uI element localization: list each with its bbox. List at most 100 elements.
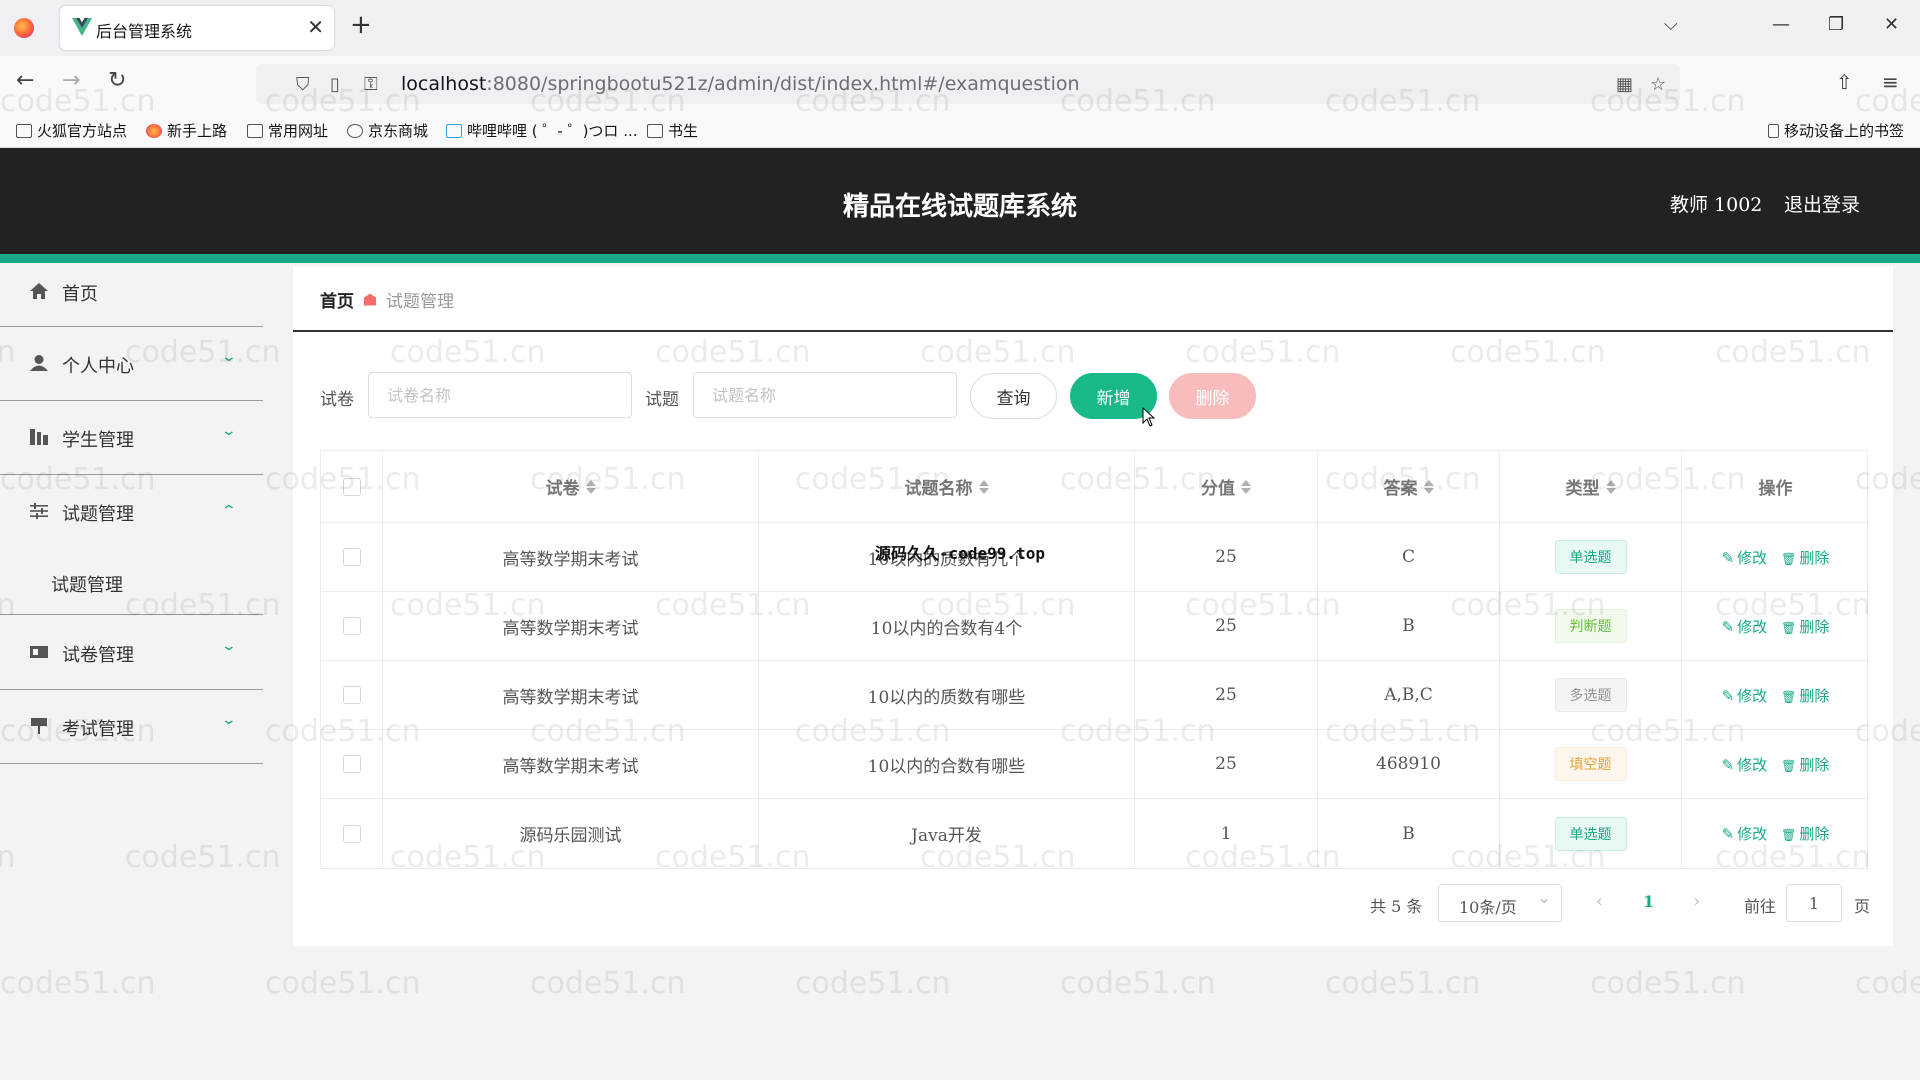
new-tab-icon[interactable]: + bbox=[350, 12, 372, 38]
table-row[interactable]: 高等数学期末考试 10以内的质数有哪些 25 A,B,C 多选题 修改删除 bbox=[321, 661, 1867, 730]
column-header-type[interactable]: 类型 bbox=[1500, 451, 1682, 522]
edit-button[interactable]: 修改 bbox=[1722, 823, 1767, 844]
table-row[interactable]: 高等数学期末考试 10以内的合数有哪些 25 468910 填空题 修改删除 bbox=[321, 730, 1867, 799]
sort-icon[interactable] bbox=[1241, 479, 1251, 494]
cell-paper: 高等数学期末考试 bbox=[383, 730, 759, 798]
mobile-bookmarks[interactable]: 移动设备上的书签 bbox=[1768, 120, 1904, 141]
sidebar-item-questions[interactable]: 试题管理 ⌃ bbox=[0, 475, 263, 549]
reload-icon[interactable]: ↻ bbox=[108, 70, 126, 92]
header-accent-line bbox=[0, 254, 1920, 263]
column-header-question[interactable]: 试题名称 bbox=[759, 451, 1135, 522]
sidebar-item-profile[interactable]: 个人中心 ⌄ bbox=[0, 327, 263, 401]
cell-question: 10以内的合数有哪些 bbox=[759, 730, 1135, 798]
row-delete-button[interactable]: 删除 bbox=[1781, 685, 1829, 706]
bookmark-star-icon[interactable]: ☆ bbox=[1650, 74, 1666, 95]
submenu-item-questions[interactable]: 试题管理 bbox=[0, 549, 263, 615]
table-row[interactable]: 高等数学期末考试 10以内的质数有几个 25 C 单选题 修改删除 bbox=[321, 523, 1867, 592]
menu-hamburger-icon[interactable]: ≡ bbox=[1882, 70, 1899, 94]
pagination-total: 共 5 条 bbox=[1370, 897, 1423, 916]
qr-code-icon[interactable]: ▦ bbox=[1616, 74, 1633, 95]
sidebar-item-home[interactable]: 首页 bbox=[0, 263, 263, 327]
row-delete-button[interactable]: 删除 bbox=[1781, 547, 1829, 568]
breadcrumb-current: 试题管理 bbox=[386, 292, 454, 312]
sort-icon[interactable] bbox=[978, 479, 989, 494]
delete-button[interactable]: 删除 bbox=[1169, 373, 1256, 419]
sidebar-item-exams[interactable]: 考试管理 ⌄ bbox=[0, 690, 263, 764]
bookmark-item[interactable]: 常用网址 bbox=[247, 120, 328, 141]
page-size-select[interactable]: 10条/页 bbox=[1438, 884, 1562, 922]
close-tab-icon[interactable]: ✕ bbox=[307, 15, 324, 39]
column-header-label: 分值 bbox=[1201, 479, 1235, 499]
forward-arrow-icon[interactable]: → bbox=[62, 70, 80, 92]
row-checkbox[interactable] bbox=[342, 755, 361, 773]
bookmark-item[interactable]: 火狐官方站点 bbox=[16, 120, 127, 141]
breadcrumb-home[interactable]: 首页 bbox=[320, 287, 354, 312]
goto-page-input[interactable] bbox=[1786, 884, 1842, 922]
paper-search-input[interactable] bbox=[368, 372, 632, 418]
query-button[interactable]: 查询 bbox=[970, 373, 1057, 419]
edit-button[interactable]: 修改 bbox=[1722, 547, 1767, 568]
sort-icon[interactable] bbox=[585, 479, 596, 494]
logout-link[interactable]: 退出登录 bbox=[1784, 190, 1860, 217]
divider bbox=[293, 330, 1893, 332]
edit-button[interactable]: 修改 bbox=[1722, 754, 1767, 775]
column-header-paper[interactable]: 试卷 bbox=[383, 451, 759, 522]
bookmark-item[interactable]: 新手上路 bbox=[146, 120, 227, 141]
select-all-checkbox[interactable] bbox=[342, 477, 361, 496]
permissions-key-icon[interactable]: ⚿ bbox=[364, 74, 378, 95]
goto-label: 前往 bbox=[1744, 897, 1777, 916]
cell-score: 25 bbox=[1135, 592, 1318, 660]
cell-actions: 修改删除 bbox=[1682, 523, 1869, 591]
extensions-icon[interactable]: ⇧ bbox=[1836, 70, 1853, 94]
table-row[interactable]: 源码乐园测试 Java开发 1 B 单选题 修改删除 bbox=[321, 799, 1867, 868]
row-checkbox[interactable] bbox=[342, 617, 361, 635]
sidebar-item-students[interactable]: 学生管理 ⌄ bbox=[0, 401, 263, 475]
minimize-icon[interactable]: — bbox=[1772, 14, 1790, 35]
column-header-score[interactable]: 分值 bbox=[1135, 451, 1318, 522]
sidebar-item-label: 试卷管理 bbox=[62, 645, 134, 666]
table-row[interactable]: 高等数学期末考试 10以内的合数有4个 25 B 判断题 修改删除 bbox=[321, 592, 1867, 661]
bookmark-item[interactable]: 书生 bbox=[647, 120, 698, 141]
edit-button[interactable]: 修改 bbox=[1722, 616, 1767, 637]
sidebar-item-label: 考试管理 bbox=[62, 719, 134, 740]
column-header-answer[interactable]: 答案 bbox=[1318, 451, 1500, 522]
shield-icon[interactable]: ⛉ bbox=[296, 74, 310, 95]
row-delete-button[interactable]: 删除 bbox=[1781, 754, 1829, 775]
search-bar: 试卷 试题 查询 新增 删除 bbox=[320, 372, 1320, 420]
browser-tab[interactable]: 后台管理系统 ✕ bbox=[60, 6, 334, 50]
page-icon[interactable]: ▯ bbox=[330, 74, 340, 95]
row-delete-button[interactable]: 删除 bbox=[1781, 823, 1829, 844]
watermark-text: code51.cn bbox=[1855, 966, 1920, 1001]
sort-icon[interactable] bbox=[1423, 479, 1434, 494]
cell-actions: 修改删除 bbox=[1682, 661, 1869, 729]
column-header-label: 操作 bbox=[1758, 479, 1793, 499]
row-delete-button[interactable]: 删除 bbox=[1781, 616, 1829, 637]
restore-icon[interactable]: ❐ bbox=[1828, 14, 1844, 35]
bookmark-label: 新手上路 bbox=[167, 122, 228, 140]
question-search-input[interactable] bbox=[693, 372, 957, 418]
close-window-icon[interactable]: ✕ bbox=[1884, 14, 1899, 35]
select-all-cell bbox=[321, 451, 383, 522]
edit-button[interactable]: 修改 bbox=[1722, 685, 1767, 706]
next-page-icon[interactable]: › bbox=[1693, 891, 1700, 912]
bookmark-item[interactable]: 京东商城 bbox=[347, 120, 428, 141]
table-header-row: 试卷 试题名称 分值 答案 类型 操作 bbox=[321, 451, 1867, 523]
cell-question: 10以内的质数有哪些 bbox=[759, 661, 1135, 729]
row-checkbox[interactable] bbox=[342, 548, 361, 566]
type-tag: 单选题 bbox=[1554, 540, 1627, 574]
bookmark-item[interactable]: 哔哩哔哩 ( ゜- ゜)つロ ... bbox=[446, 120, 638, 141]
folder-icon bbox=[647, 123, 663, 138]
page-number[interactable]: 1 bbox=[1643, 892, 1654, 911]
row-checkbox[interactable] bbox=[342, 824, 361, 843]
sidebar-item-papers[interactable]: 试卷管理 ⌄ bbox=[0, 616, 263, 690]
bilibili-icon bbox=[446, 123, 462, 138]
prev-page-icon[interactable]: ‹ bbox=[1596, 891, 1603, 912]
type-tag: 多选题 bbox=[1554, 678, 1627, 712]
back-arrow-icon[interactable]: ← bbox=[16, 70, 34, 92]
url-text[interactable]: localhost:8080/springbootu521z/admin/dis… bbox=[401, 73, 1080, 95]
sort-icon[interactable] bbox=[1605, 479, 1616, 494]
row-checkbox[interactable] bbox=[342, 686, 361, 704]
address-bar[interactable]: ⛉ ▯ ⚿ localhost:8080/springbootu521z/adm… bbox=[256, 64, 1680, 104]
sidebar-item-label: 试题管理 bbox=[62, 504, 134, 525]
tab-list-chevron-icon[interactable]: ⌵ bbox=[1664, 14, 1678, 35]
